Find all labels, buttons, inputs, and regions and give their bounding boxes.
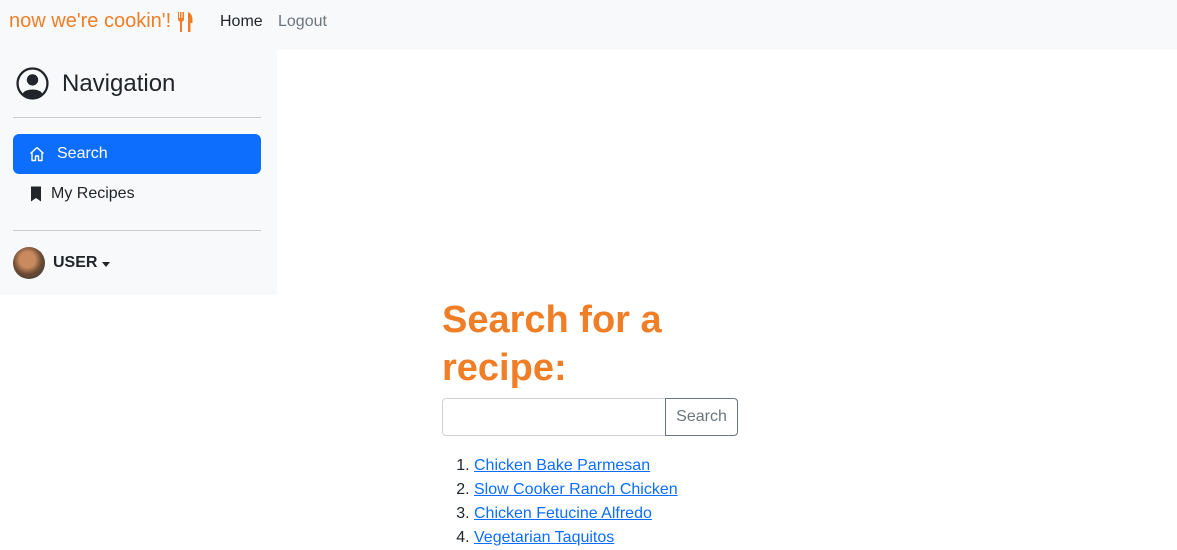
sidebar-item-my-recipes[interactable]: My Recipes (13, 174, 261, 214)
page-title: Search for a recipe: (442, 299, 662, 389)
list-item: Vegetarian Taquitos (474, 526, 762, 550)
fork-knife-icon (178, 11, 193, 32)
search-input[interactable] (442, 398, 666, 436)
avatar (13, 247, 45, 279)
bookmark-icon (31, 186, 41, 202)
chevron-down-icon (102, 261, 111, 267)
nav-home-link[interactable]: Home (220, 13, 263, 31)
sidebar: Navigation Search My Recipes USER (0, 49, 277, 295)
top-navbar: now we're cookin'! Home Logout (0, 0, 1177, 49)
result-link[interactable]: Chicken Fetucine Alfredo (474, 505, 652, 522)
sidebar-divider (13, 117, 261, 118)
search-form: Search (442, 398, 762, 436)
result-link[interactable]: Vegetarian Taquitos (474, 529, 614, 546)
brand-link[interactable]: now we're cookin'! (9, 10, 194, 33)
sidebar-item-label: My Recipes (51, 185, 135, 202)
person-circle-icon (16, 67, 49, 100)
house-icon (30, 146, 44, 162)
sidebar-item-search[interactable]: Search (13, 134, 261, 174)
user-menu-toggle[interactable]: USER (13, 247, 111, 279)
main-content: Search for a recipe: Search Chicken Bake… (442, 296, 762, 550)
brand-name: now we're cookin'! (9, 10, 172, 32)
sidebar-item-label: Search (57, 145, 108, 162)
sidebar-divider (13, 230, 261, 231)
sidebar-header: Navigation (16, 67, 175, 100)
sidebar-title: Navigation (62, 69, 176, 97)
user-name: USER (53, 254, 98, 271)
result-link[interactable]: Chicken Bake Parmesan (474, 457, 650, 474)
search-button[interactable]: Search (665, 398, 738, 436)
results-list: Chicken Bake Parmesan Slow Cooker Ranch … (442, 454, 762, 550)
result-link[interactable]: Slow Cooker Ranch Chicken (474, 481, 678, 498)
list-item: Slow Cooker Ranch Chicken (474, 478, 762, 502)
list-item: Chicken Fetucine Alfredo (474, 502, 762, 526)
list-item: Chicken Bake Parmesan (474, 454, 762, 478)
nav-logout-link[interactable]: Logout (278, 13, 327, 31)
